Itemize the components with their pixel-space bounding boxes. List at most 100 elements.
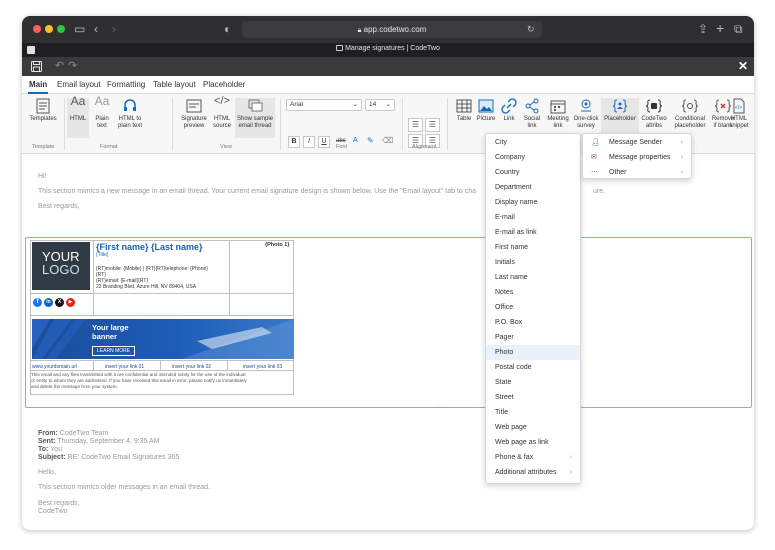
italic-button[interactable]: I	[303, 136, 315, 148]
close-icon[interactable]: ✕	[738, 59, 748, 73]
one-click-survey-button[interactable]: One-click survey	[572, 98, 600, 130]
social-link-button[interactable]: Social link	[520, 98, 544, 130]
chevron-right-icon: ›	[680, 169, 683, 176]
signature-preview-button[interactable]: Signature preview	[179, 98, 209, 130]
tab-main[interactable]: Main	[29, 80, 47, 89]
facebook-icon[interactable]: f	[33, 298, 42, 307]
tab-table-layout[interactable]: Table layout	[153, 80, 196, 89]
meeting-link-button[interactable]: Meeting link	[545, 98, 571, 130]
highlight-icon[interactable]: ✎	[367, 136, 374, 145]
plain-text-button[interactable]: Aa Plain text	[90, 95, 114, 130]
bold-button[interactable]: B	[288, 136, 300, 148]
codetwo-attribs-button[interactable]: CodeTwo attribs	[640, 98, 668, 130]
signature-banner[interactable]: Your large banner LEARN MORE	[32, 319, 294, 359]
share-icon[interactable]: ⇪	[698, 21, 708, 37]
tab-formatting[interactable]: Formatting	[107, 80, 145, 89]
tab-overview-icon[interactable]: ⧉	[734, 21, 743, 37]
contact-phones[interactable]: {RT}mobile: {Mobile} | {RT}{RT}telephone…	[96, 266, 208, 272]
url-bar[interactable]: 🔒︎ app.codetwo.com	[242, 21, 542, 38]
reload-icon[interactable]: ↻	[527, 21, 535, 37]
html-button[interactable]: Aa HTML	[67, 95, 89, 138]
photo-placeholder[interactable]: {Photo 1}	[265, 242, 289, 248]
dropdown-item-pager[interactable]: Pager	[486, 330, 580, 345]
shield-icon[interactable]: ◐	[224, 21, 231, 37]
tab-placeholder[interactable]: Placeholder	[203, 80, 245, 89]
dropdown-item-office[interactable]: Office	[486, 300, 580, 315]
picture-button[interactable]: Picture	[474, 98, 498, 123]
show-sample-thread-button[interactable]: Show sample email thread	[235, 98, 275, 138]
dropdown-item-display-name[interactable]: Display name	[486, 195, 580, 210]
back-icon[interactable]: ‹	[94, 21, 98, 37]
dropdown-item-country[interactable]: Country	[486, 165, 580, 180]
new-tab-icon[interactable]: +	[716, 21, 724, 36]
dropdown-item-notes[interactable]: Notes	[486, 285, 580, 300]
dropdown-item-photo[interactable]: Photo	[486, 345, 580, 360]
app-window: ▭ ‹ › ◐ 🔒︎ app.codetwo.com ↻ ⇪ + ⧉ Manag…	[22, 16, 754, 530]
conditional-placeholder-button[interactable]: Conditional placeholder	[670, 98, 710, 130]
dropdown-item-postal-code[interactable]: Postal code	[486, 360, 580, 375]
dropdown-item-phone-fax[interactable]: Phone & fax ›	[486, 450, 580, 465]
dropdown-item-email-link[interactable]: E-mail as link	[486, 225, 580, 240]
save-icon[interactable]	[31, 61, 42, 72]
underline-button[interactable]: U	[318, 136, 330, 148]
dropdown-item-city[interactable]: City	[486, 135, 580, 150]
signature-title[interactable]: {Title}	[96, 252, 109, 258]
dropdown-item-state[interactable]: State	[486, 375, 580, 390]
align-left-button[interactable]: ☰	[408, 118, 423, 132]
eraser-icon[interactable]: ⌫	[382, 136, 393, 145]
learn-more-button[interactable]: LEARN MORE	[92, 346, 136, 356]
submenu-item-message-sender[interactable]: 👤︎ Message Sender ›	[583, 135, 691, 150]
signature-name[interactable]: {First name} {Last name}	[96, 242, 203, 252]
dropdown-item-po-box[interactable]: P.O. Box	[486, 315, 580, 330]
undo-icon[interactable]: ↶	[55, 59, 64, 72]
dropdown-item-email[interactable]: E-mail	[486, 210, 580, 225]
signature-link-03[interactable]: insert your link 03	[243, 364, 282, 370]
sidebar-icon[interactable]: ▭	[74, 21, 85, 37]
signature-link-01[interactable]: insert your link 01	[105, 364, 144, 370]
x-icon[interactable]: X	[55, 298, 64, 307]
font-color-button[interactable]: A	[353, 137, 358, 144]
font-size-select[interactable]: 14 ⌄	[365, 99, 395, 111]
html-snippet-button[interactable]: </> HTML snippet	[728, 98, 750, 130]
dropdown-item-last-name[interactable]: Last name	[486, 270, 580, 285]
placeholder-dropdown[interactable]: City Company Country Department Display …	[485, 133, 581, 484]
placeholder-submenu[interactable]: 👤︎ Message Sender › ✉ Message properties…	[582, 133, 692, 179]
html-source-button[interactable]: </> HTML source	[209, 96, 235, 130]
contact-address[interactable]: 22 Branding Blvd, Azure Hill, NV 89404, …	[96, 284, 196, 290]
youtube-icon[interactable]: ▶	[66, 298, 75, 307]
minimize-window-button[interactable]	[45, 25, 53, 33]
signature-table[interactable]: YOUR LOGO {First name} {Last name} {Titl…	[30, 240, 294, 395]
dropdown-item-web-page[interactable]: Web page	[486, 420, 580, 435]
website-link[interactable]: www.yourdomain.url	[32, 364, 77, 370]
align-right-button[interactable]: ☰	[425, 118, 440, 132]
dropdown-item-department[interactable]: Department	[486, 180, 580, 195]
resize-handle[interactable]: ⋯	[436, 404, 442, 411]
editor-content[interactable]: Hi! This section mimics a new message in…	[22, 154, 754, 530]
signature-link-02[interactable]: insert your link 02	[172, 364, 211, 370]
group-label-alignment: Alignment	[412, 144, 437, 150]
placeholder-button[interactable]: Placeholder	[601, 98, 639, 138]
company-logo[interactable]: YOUR LOGO	[32, 242, 90, 290]
templates-button[interactable]: Templates	[28, 98, 58, 123]
submenu-item-message-properties[interactable]: ✉ Message properties ›	[583, 150, 691, 165]
dropdown-item-initials[interactable]: Initials	[486, 255, 580, 270]
dropdown-item-company[interactable]: Company	[486, 150, 580, 165]
tab-email-layout[interactable]: Email layout	[57, 80, 101, 89]
maximize-window-button[interactable]	[57, 25, 65, 33]
html-to-plain-button[interactable]: HTML to plain text	[115, 98, 145, 130]
submenu-item-other[interactable]: ⋯ Other ›	[583, 165, 691, 180]
link-button[interactable]: Link	[499, 98, 519, 123]
dropdown-item-street[interactable]: Street	[486, 390, 580, 405]
font-name-select[interactable]: Arial ⌄	[286, 99, 362, 111]
dropdown-item-web-page-link[interactable]: Web page as link	[486, 435, 580, 450]
browser-tab-title[interactable]: Manage signatures | CodeTwo	[22, 45, 754, 52]
forward-icon[interactable]: ›	[112, 21, 116, 37]
redo-icon[interactable]: ↷	[68, 59, 77, 72]
linkedin-icon[interactable]: in	[44, 298, 53, 307]
dropdown-item-additional-attributes[interactable]: Additional attributes ›	[486, 465, 580, 480]
dropdown-item-first-name[interactable]: First name	[486, 240, 580, 255]
dropdown-item-title[interactable]: Title	[486, 405, 580, 420]
table-button[interactable]: Table	[454, 98, 474, 123]
close-window-button[interactable]	[33, 25, 41, 33]
signature-container[interactable]: YOUR LOGO {First name} {Last name} {Titl…	[25, 237, 752, 411]
